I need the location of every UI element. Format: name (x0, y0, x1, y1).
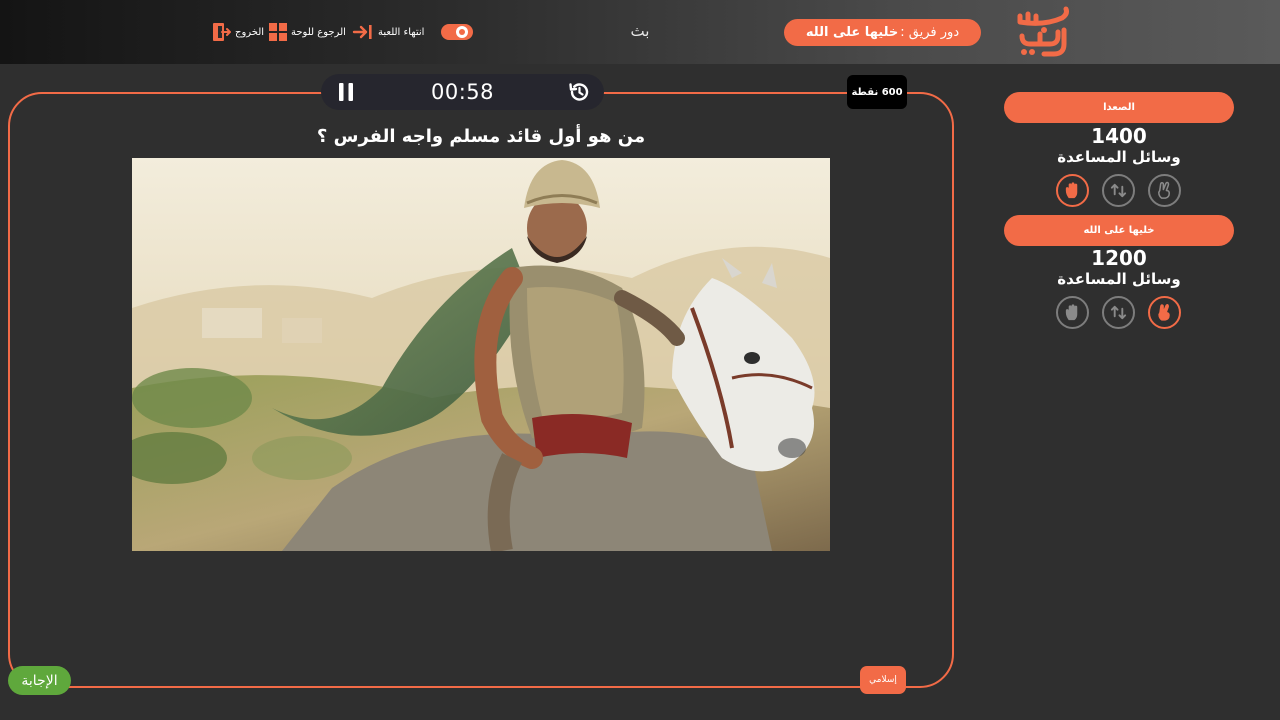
team-2-score: 1200 (1091, 246, 1147, 270)
show-answer-button[interactable]: الإجابة (8, 666, 71, 695)
two-fingers-icon (1158, 181, 1171, 199)
category-badge: إسلامي (860, 666, 906, 694)
back-to-board-button[interactable]: الرجوع للوحة (269, 21, 346, 43)
two-fingers-icon (1158, 304, 1170, 321)
team-2-aid-two-fingers[interactable] (1148, 296, 1181, 329)
team-1-aid-swap[interactable] (1102, 174, 1135, 207)
grid-icon (269, 23, 287, 41)
hand-icon (1065, 304, 1078, 321)
timer-bar: 00:58 (321, 74, 604, 110)
team-1-aid-hand[interactable] (1056, 174, 1089, 207)
back-to-board-label: الرجوع للوحة (291, 26, 346, 38)
settings-toggle[interactable] (441, 24, 473, 40)
exit-door-icon (213, 23, 231, 41)
pause-icon (339, 83, 353, 101)
team-2-aid-hand[interactable] (1056, 296, 1089, 329)
question-text: من هو أول قائد مسلم واجه الفرس ؟ (316, 126, 646, 147)
swap-icon (1110, 305, 1127, 320)
exit-label: الخروج (235, 26, 265, 38)
pause-button[interactable] (335, 81, 357, 103)
turn-team-name: خليها على الله (805, 25, 899, 40)
team-2-name: خليها على الله (1004, 215, 1234, 246)
team-2-aid-swap[interactable] (1102, 296, 1135, 329)
history-icon (569, 83, 589, 101)
team-2-aids-label: وسائل المساعدة (1057, 270, 1181, 288)
toggle-knob (456, 26, 468, 38)
end-game-button[interactable]: انتهاء اللعبة (352, 21, 424, 43)
turn-label: دور فريق : (900, 25, 960, 40)
swap-icon (1110, 183, 1127, 198)
team-1-aids-label: وسائل المساعدة (1057, 148, 1181, 166)
hand-icon (1065, 182, 1078, 199)
end-game-label: انتهاء اللعبة (378, 26, 425, 38)
question-image (132, 158, 830, 551)
team-1-score: 1400 (1091, 124, 1147, 148)
current-turn-pill: دور فريق : خليها على الله (784, 19, 981, 46)
app-logo (1017, 6, 1069, 57)
game-letter: بث (630, 22, 650, 40)
arrow-right-to-line-icon (352, 25, 372, 39)
exit-button[interactable]: الخروج (211, 21, 264, 43)
top-bar: دور فريق : خليها على الله بث انتهاء اللع… (0, 0, 1280, 64)
team-1-name: الصعدا (1004, 92, 1234, 123)
team-1-aid-two-fingers[interactable] (1148, 174, 1181, 207)
reset-timer-button[interactable] (568, 81, 590, 103)
timer-display: 00:58 (430, 80, 495, 104)
points-badge: 600 نقطة (847, 75, 907, 109)
